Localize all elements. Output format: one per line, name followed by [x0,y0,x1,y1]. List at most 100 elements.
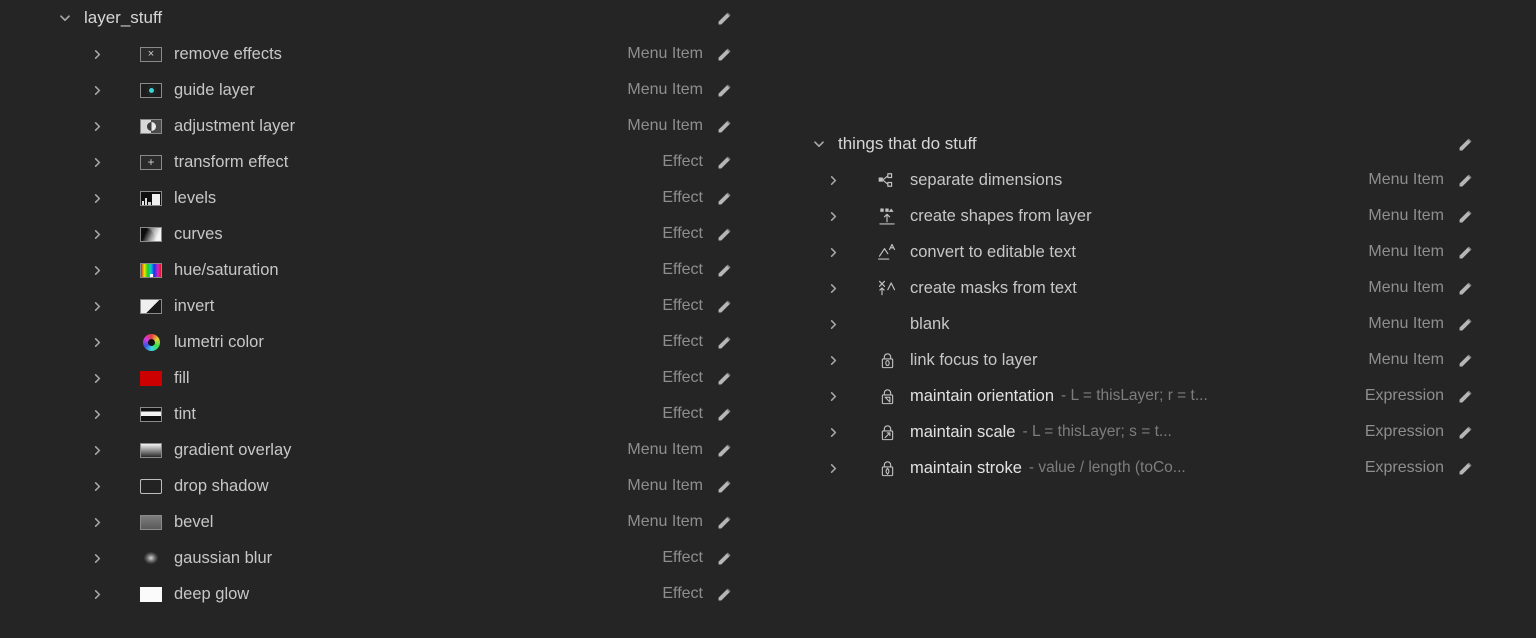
tree-item-row[interactable]: levels Effect [0,180,745,216]
tree-item-row[interactable]: lumetri color Effect [0,324,745,360]
chevron-right-icon[interactable] [86,300,108,313]
drop-shadow-icon [136,475,166,497]
chevron-right-icon[interactable] [86,120,108,133]
pencil-icon[interactable] [1454,241,1476,263]
tree-item-row[interactable]: bevel Menu Item [0,504,745,540]
pencil-icon[interactable] [1454,421,1476,443]
chevron-right-icon[interactable] [86,444,108,457]
tree-item-row[interactable]: curves Effect [0,216,745,252]
tree-item-row[interactable]: invert Effect [0,288,745,324]
tree-item-row[interactable]: maintain stroke - value / length (toCo...… [790,450,1500,486]
pencil-icon[interactable] [713,43,735,65]
chevron-right-icon[interactable] [86,192,108,205]
pencil-icon[interactable] [713,115,735,137]
item-kind-label: Menu Item [627,117,703,134]
pencil-icon[interactable] [1454,205,1476,227]
no-icon [872,313,902,335]
curves-icon [136,223,166,245]
tree-item-row[interactable]: maintain orientation - L = thisLayer; r =… [790,378,1500,414]
pencil-icon[interactable] [713,547,735,569]
pencil-icon[interactable] [713,151,735,173]
tree-item-row[interactable]: + transform effect Effect [0,144,745,180]
item-kind-label: Expression [1364,423,1444,440]
chevron-right-icon[interactable] [822,174,844,187]
tree-item-row[interactable]: blank Menu Item [790,306,1500,342]
tree-item-row[interactable]: gaussian blur Effect [0,540,745,576]
tree-item-label: deep glow [174,584,250,603]
pencil-icon[interactable] [1454,457,1476,479]
tree-item-row[interactable]: convert to editable text Menu Item [790,234,1500,270]
tree-item-row[interactable]: gradient overlay Menu Item [0,432,745,468]
chevron-right-icon[interactable] [86,48,108,61]
tree-item-row[interactable]: create masks from text Menu Item [790,270,1500,306]
pencil-icon[interactable] [1454,385,1476,407]
tree-item-label: separate dimensions [910,170,1063,189]
pencil-icon[interactable] [713,187,735,209]
tree-item-row[interactable]: deep glow Effect [0,576,745,612]
tree-item-label: gradient overlay [174,440,292,459]
chevron-right-icon[interactable] [86,480,108,493]
item-kind-label: Menu Item [627,81,703,98]
tree-item-actions: Menu Item [1368,306,1476,342]
pencil-icon[interactable] [713,7,735,29]
tree-item-row[interactable]: fill Effect [0,360,745,396]
pencil-icon[interactable] [713,511,735,533]
chevron-right-icon[interactable] [822,282,844,295]
tree-item-label: hue/saturation [174,260,279,279]
group-row-actions [713,0,735,36]
group-header-things-that-do-stuff[interactable]: things that do stuff [790,126,1500,162]
pencil-icon[interactable] [713,583,735,605]
chevron-right-icon[interactable] [86,84,108,97]
chevron-right-icon[interactable] [86,408,108,421]
chevron-down-icon[interactable] [808,137,830,151]
tree-item-actions: Menu Item [627,432,735,468]
expression-preview: - L = thisLayer; s = t... [1022,423,1172,440]
chevron-right-icon[interactable] [822,462,844,475]
tree-item-row[interactable]: × remove effects Menu Item [0,36,745,72]
pencil-icon[interactable] [1454,133,1476,155]
chevron-right-icon[interactable] [86,336,108,349]
pencil-icon[interactable] [1454,169,1476,191]
tree-item-row[interactable]: drop shadow Menu Item [0,468,745,504]
tree-item-label: tint [174,404,197,423]
tree-item-row[interactable]: separate dimensions Menu Item [790,162,1500,198]
pencil-icon[interactable] [1454,313,1476,335]
chevron-down-icon[interactable] [54,11,76,25]
tree-item-row[interactable]: tint Effect [0,396,745,432]
group-header-layer-stuff[interactable]: layer_stuff [0,0,745,36]
pencil-icon[interactable] [713,331,735,353]
pencil-icon[interactable] [713,367,735,389]
pencil-icon[interactable] [713,403,735,425]
pencil-icon[interactable] [713,223,735,245]
tree-item-row[interactable]: hue/saturation Effect [0,252,745,288]
chevron-right-icon[interactable] [86,516,108,529]
chevron-right-icon[interactable] [86,264,108,277]
chevron-right-icon[interactable] [86,156,108,169]
tree-item-actions: Expression [1365,450,1476,486]
chevron-right-icon[interactable] [86,372,108,385]
chevron-right-icon[interactable] [86,588,108,601]
fill-icon [136,367,166,389]
chevron-right-icon[interactable] [822,426,844,439]
tree-item-label: remove effects [174,44,282,63]
pencil-icon[interactable] [713,439,735,461]
pencil-icon[interactable] [1454,349,1476,371]
chevron-right-icon[interactable] [822,210,844,223]
tree-item-row[interactable]: maintain scale - L = thisLayer; s = t... E… [790,414,1500,450]
pencil-icon[interactable] [713,475,735,497]
chevron-right-icon[interactable] [86,552,108,565]
chevron-right-icon[interactable] [822,390,844,403]
pencil-icon[interactable] [1454,277,1476,299]
pencil-icon[interactable] [713,295,735,317]
chevron-right-icon[interactable] [822,318,844,331]
tree-item-row[interactable]: adjustment layer Menu Item [0,108,745,144]
tree-item-row[interactable]: guide layer Menu Item [0,72,745,108]
chevron-right-icon[interactable] [822,354,844,367]
pencil-icon[interactable] [713,259,735,281]
pencil-icon[interactable] [713,79,735,101]
item-kind-label: Effect [662,153,703,170]
tree-item-row[interactable]: create shapes from layer Menu Item [790,198,1500,234]
chevron-right-icon[interactable] [86,228,108,241]
chevron-right-icon[interactable] [822,246,844,259]
tree-item-row[interactable]: link focus to layer Menu Item [790,342,1500,378]
